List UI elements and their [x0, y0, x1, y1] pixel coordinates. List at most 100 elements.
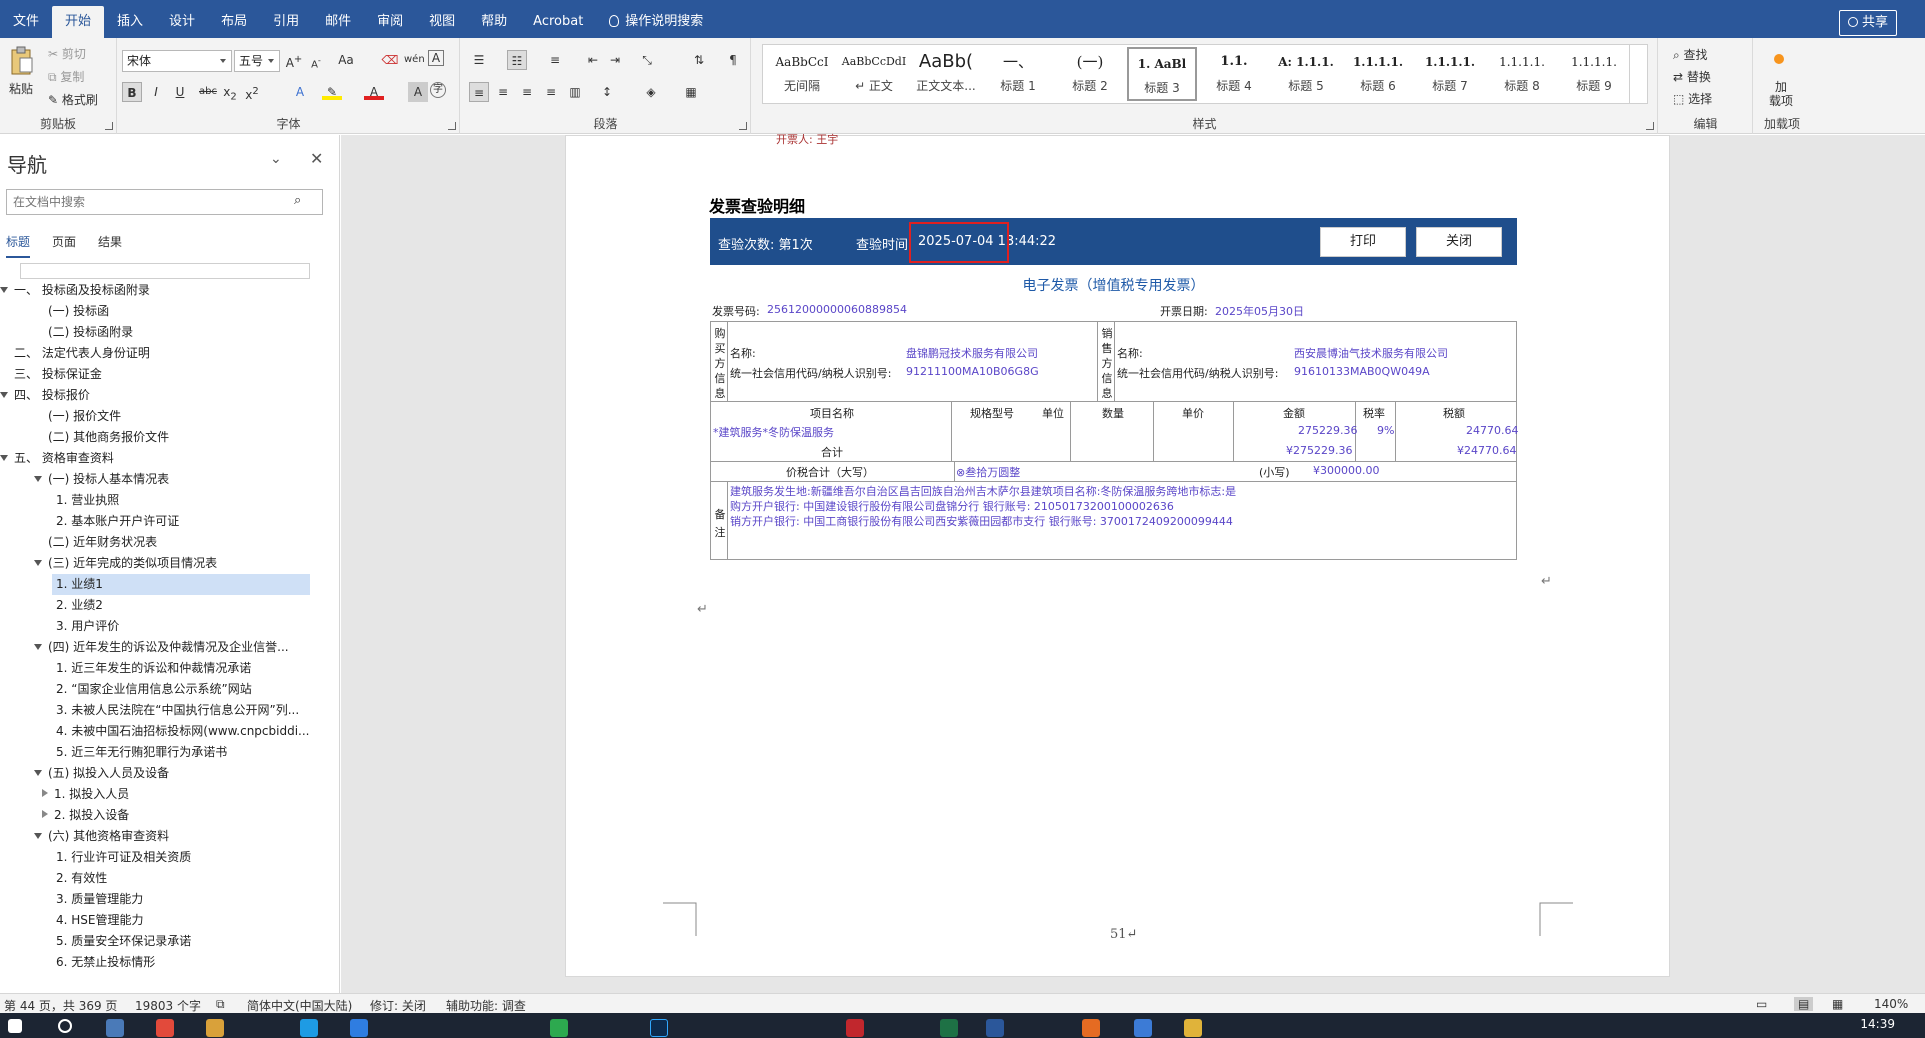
replace-button[interactable]: ⇄ 替换 — [1673, 68, 1711, 85]
strikethrough-button[interactable]: abc — [198, 82, 218, 102]
nav-heading-item[interactable]: (三) 近年完成的类似项目情况表 — [0, 553, 310, 574]
collapse-triangle-icon[interactable] — [34, 476, 42, 482]
paragraph-launcher[interactable] — [739, 122, 747, 130]
cut-button[interactable]: ✂ 剪切 — [48, 45, 86, 62]
close-button[interactable]: 关闭 — [1416, 227, 1502, 257]
excel-icon[interactable] — [940, 1019, 958, 1037]
read-mode-icon[interactable]: ▭ — [1756, 997, 1767, 1011]
nav-search-input[interactable] — [6, 189, 323, 215]
decrease-indent-icon[interactable]: ⇤ — [583, 50, 603, 70]
nav-heading-item[interactable]: 4. 未被中国石油招标投标网(www.cnpcbiddi... — [0, 721, 310, 742]
align-center-icon[interactable]: ≡ — [493, 82, 513, 102]
font-size-combo[interactable]: 五号 — [234, 50, 280, 72]
nav-heading-item[interactable]: 5. 近三年无行贿犯罪行为承诺书 — [0, 742, 310, 763]
menu-help[interactable]: 帮助 — [468, 6, 520, 38]
superscript-button[interactable]: x2 — [242, 82, 262, 102]
menu-view[interactable]: 视图 — [416, 6, 468, 38]
nav-heading-item[interactable]: (四) 近年发生的诉讼及仲裁情况及企业信誉... — [0, 637, 310, 658]
style-heading-9[interactable]: 1.1.1.1. 标题 9 — [1559, 47, 1629, 101]
multilevel-list-icon[interactable]: ≡ — [545, 50, 565, 70]
highlight-icon[interactable]: ✎ — [322, 82, 342, 100]
underline-button[interactable]: U — [170, 82, 190, 102]
shading-icon[interactable]: ◈ — [641, 82, 661, 102]
style-normal[interactable]: AaBbCcDdI ↵ 正文 — [839, 47, 909, 101]
collapse-triangle-icon[interactable] — [34, 644, 42, 650]
track-changes[interactable]: 修订: 关闭 — [370, 997, 426, 1014]
tab-results[interactable]: 结果 — [98, 233, 122, 258]
nav-heading-item[interactable]: (六) 其他资格审查资料 — [0, 826, 310, 847]
wechat-icon[interactable] — [550, 1019, 568, 1037]
collapse-triangle-icon[interactable] — [0, 455, 8, 461]
increase-indent-icon[interactable]: ⇥ — [605, 50, 625, 70]
shrink-font-button[interactable]: A- — [306, 50, 326, 70]
nav-heading-item[interactable]: 五、 资格审查资料 — [0, 448, 310, 469]
windows-start-icon[interactable] — [8, 1019, 22, 1033]
menu-home[interactable]: 开始 — [52, 6, 105, 38]
search-icon[interactable]: ⌕ — [294, 193, 301, 208]
nav-heading-item[interactable]: 1. 近三年发生的诉讼和仲裁情况承诺 — [0, 658, 310, 679]
proofing-icon[interactable]: ⧉ — [216, 997, 225, 1012]
style-heading-6[interactable]: 1.1.1.1. 标题 6 — [1343, 47, 1413, 101]
nav-heading-item[interactable]: 三、 投标保证金 — [0, 364, 310, 385]
tab-headings[interactable]: 标题 — [6, 233, 31, 258]
print-button[interactable]: 打印 — [1320, 227, 1406, 257]
align-left-icon[interactable]: ≡ — [469, 82, 489, 102]
nav-heading-item[interactable]: 5. 质量安全环保记录承诺 — [0, 931, 310, 952]
show-marks-icon[interactable]: ¶ — [723, 50, 743, 70]
phonetic-guide-icon[interactable]: wén — [404, 50, 425, 70]
align-right-icon[interactable]: ≡ — [517, 82, 537, 102]
paste-icon[interactable] — [10, 46, 34, 76]
menu-review[interactable]: 审阅 — [364, 6, 416, 38]
line-spacing-icon[interactable]: ↕ — [597, 82, 617, 102]
style-heading-3[interactable]: 1. AaBl 标题 3 — [1127, 47, 1197, 101]
nav-heading-item[interactable]: 1. 业绩1 — [52, 574, 310, 595]
collapse-triangle-icon[interactable] — [34, 770, 42, 776]
nav-heading-item[interactable]: 4. HSE管理能力 — [0, 910, 310, 931]
accessibility-status[interactable]: 辅助功能: 调查 — [446, 997, 526, 1014]
nav-heading-item[interactable]: 一、 投标函及投标函附录 — [0, 280, 310, 301]
nav-heading-item[interactable]: 2. 基本账户开户许可证 — [0, 511, 310, 532]
addins-icon[interactable] — [1774, 54, 1784, 64]
folder-icon[interactable] — [1184, 1019, 1202, 1037]
chrome-icon[interactable] — [156, 1019, 174, 1037]
nav-heading-item[interactable]: 1. 营业执照 — [0, 490, 310, 511]
menu-references[interactable]: 引用 — [260, 6, 312, 38]
nav-heading-item[interactable]: 1. 行业许可证及相关资质 — [0, 847, 310, 868]
nav-heading-item[interactable]: 2. 业绩2 — [0, 595, 310, 616]
clipboard-launcher[interactable] — [105, 122, 113, 130]
copy-button[interactable]: ⧉ 复制 — [48, 68, 84, 85]
photoshop-icon[interactable] — [650, 1019, 668, 1037]
nav-heading-item[interactable]: (一) 投标函 — [0, 301, 310, 322]
font-name-combo[interactable]: 宋体 — [122, 50, 232, 72]
nav-heading-item[interactable]: 3. 未被人民法院在“中国执行信息公开网”列... — [0, 700, 310, 721]
sort-icon[interactable]: ⇅ — [689, 50, 709, 70]
app-icon[interactable] — [106, 1019, 124, 1037]
styles-launcher[interactable] — [1646, 122, 1654, 130]
style-heading-5[interactable]: A: 1.1.1. 标题 5 — [1271, 47, 1341, 101]
borders-icon[interactable]: ▦ — [681, 82, 701, 102]
nav-heading-item[interactable]: (二) 近年财务状况表 — [0, 532, 310, 553]
app-icon[interactable] — [350, 1019, 368, 1037]
justify-icon[interactable]: ≡ — [541, 82, 561, 102]
select-button[interactable]: ⬚ 选择 — [1673, 90, 1712, 107]
font-launcher[interactable] — [448, 122, 456, 130]
nav-heading-item[interactable]: 3. 用户评价 — [0, 616, 310, 637]
bold-button[interactable]: B — [122, 82, 142, 102]
collapse-triangle-icon[interactable] — [34, 560, 42, 566]
menu-insert[interactable]: 插入 — [104, 6, 156, 38]
style-body-text[interactable]: AaBb(正文文本... — [911, 47, 981, 101]
telegram-icon[interactable] — [300, 1019, 318, 1037]
collapse-triangle-icon[interactable] — [0, 287, 8, 293]
word-count[interactable]: 19803 个字 — [135, 997, 201, 1014]
tab-pages[interactable]: 页面 — [52, 233, 76, 258]
distribute-icon[interactable]: ▥ — [565, 82, 585, 102]
nav-heading-item[interactable]: 2. 拟投入设备 — [0, 805, 310, 826]
nav-heading-item[interactable]: 2. “国家企业信用信息公示系统”网站 — [0, 679, 310, 700]
nav-heading-item[interactable]: (二) 投标函附录 — [0, 322, 310, 343]
print-layout-icon[interactable]: ▤ — [1794, 997, 1814, 1011]
nav-heading-item[interactable]: (一) 投标人基本情况表 — [0, 469, 310, 490]
style-heading-4[interactable]: 1.1. 标题 4 — [1199, 47, 1269, 101]
addins-button[interactable]: 加 载项 — [1768, 80, 1794, 108]
menu-acrobat[interactable]: Acrobat — [520, 6, 596, 38]
acrobat-icon[interactable] — [846, 1019, 864, 1037]
